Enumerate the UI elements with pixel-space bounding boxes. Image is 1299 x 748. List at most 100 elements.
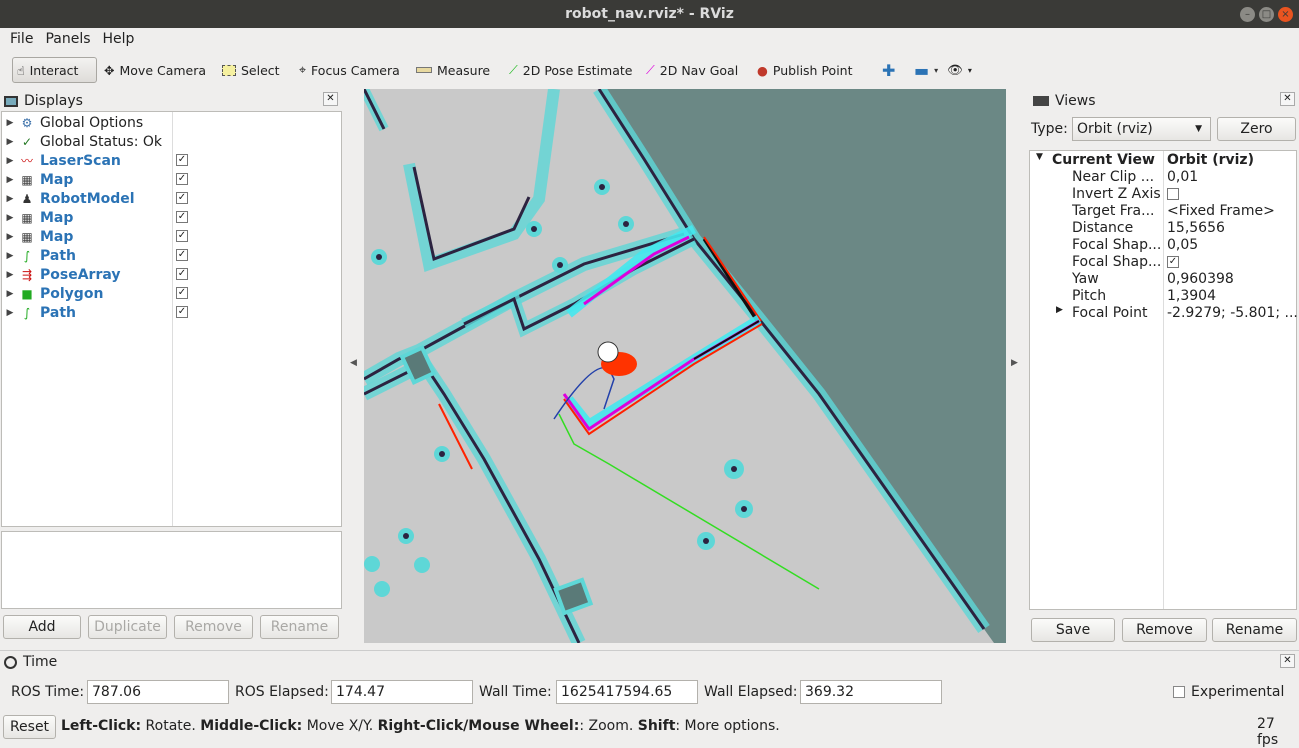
display-enabled-checkbox[interactable]: ✓ (176, 173, 188, 185)
display-item[interactable]: ▶ ∫ Path ✓ (2, 303, 342, 322)
display-item[interactable]: ▶ ∫ Path ✓ (2, 246, 342, 265)
save-view-button[interactable]: Save (1031, 618, 1115, 642)
display-item[interactable]: ▶ ▦ Map ✓ (2, 170, 342, 189)
expand-arrow-icon[interactable]: ▶ (2, 270, 18, 280)
expand-arrow-icon[interactable]: ▶ (1056, 305, 1063, 315)
display-item[interactable]: ▶ 〰 LaserScan ✓ (2, 151, 342, 170)
menu-help[interactable]: Help (91, 28, 135, 50)
view-property-row[interactable]: Yaw 0,960398 (1030, 271, 1296, 288)
add-display-button[interactable]: Add (3, 615, 81, 639)
focus-camera-tool[interactable]: ⌖ Focus Camera (295, 57, 404, 83)
view-property-value[interactable]: 0,05 (1167, 237, 1198, 253)
maximize-icon[interactable]: □ (1259, 7, 1274, 22)
display-item[interactable]: ▶ ✓ Global Status: Ok (2, 132, 342, 151)
remove-view-button[interactable]: Remove (1122, 618, 1207, 642)
eye-icon[interactable]: 👁 ▾ (943, 57, 976, 83)
view-property-row[interactable]: ▶ Focal Point -2.9279; -5.801; ... (1030, 305, 1298, 322)
view-property-row[interactable]: Target Fra... <Fixed Frame> (1030, 203, 1296, 220)
view-property-row[interactable]: Distance 15,5656 (1030, 220, 1296, 237)
expand-arrow-icon[interactable]: ▶ (2, 137, 18, 147)
display-item[interactable]: ▶ ■ Polygon ✓ (2, 284, 342, 303)
wall-elapsed-field[interactable]: 369.32 (800, 680, 942, 704)
view-property-value[interactable]: 0,960398 (1167, 271, 1234, 287)
magenta-arrow-icon: ⟋ (646, 62, 655, 77)
expand-arrow-icon[interactable]: ▶ (2, 175, 18, 185)
view-property-key: Focal Shap... (1072, 254, 1162, 270)
display-enabled-checkbox[interactable]: ✓ (176, 154, 188, 166)
expand-arrow-icon[interactable]: ▶ (2, 213, 18, 223)
experimental-checkbox[interactable] (1173, 686, 1185, 698)
view-property-key: Near Clip ... (1072, 169, 1155, 185)
fps-label: 27 fps (1257, 716, 1279, 748)
ros-time-field[interactable]: 787.06 (87, 680, 229, 704)
view-type-select[interactable]: Orbit (rviz) ▼ (1072, 117, 1211, 141)
view-property-value[interactable]: 0,01 (1167, 169, 1198, 185)
minimize-icon[interactable]: – (1240, 7, 1255, 22)
display-item[interactable]: ▶ ▦ Map ✓ (2, 227, 342, 246)
displays-title: Displays (24, 93, 83, 109)
remove-tool-icon[interactable]: ▬ ▾ (910, 57, 942, 83)
pose-estimate-tool[interactable]: ⟋ 2D Pose Estimate (505, 57, 636, 83)
close-window-icon[interactable]: × (1278, 7, 1293, 22)
view-property-value[interactable]: 1,3904 (1167, 288, 1216, 304)
display-enabled-checkbox[interactable]: ✓ (176, 249, 188, 261)
wall-time-field[interactable]: 1625417594.65 (556, 680, 698, 704)
display-item-label: Global Options (40, 114, 144, 131)
view-property-row[interactable]: Pitch 1,3904 (1030, 288, 1296, 305)
expand-arrow-icon[interactable]: ▶ (2, 156, 18, 166)
display-item[interactable]: ▶ ⚙ Global Options (2, 113, 342, 132)
reset-button[interactable]: Reset (3, 715, 56, 739)
display-item[interactable]: ▶ ♟ RobotModel ✓ (2, 189, 342, 208)
display-enabled-checkbox[interactable]: ✓ (176, 192, 188, 204)
publish-point-tool[interactable]: ● Publish Point (753, 57, 857, 83)
display-enabled-checkbox[interactable]: ✓ (176, 306, 188, 318)
expand-arrow-icon[interactable]: ▶ (2, 289, 18, 299)
view-type-label: Type: (1031, 121, 1068, 137)
cursor-icon: ☝ (17, 62, 25, 78)
view-property-value[interactable]: <Fixed Frame> (1167, 203, 1275, 219)
display-enabled-checkbox[interactable]: ✓ (176, 268, 188, 280)
expand-arrow-icon[interactable]: ▶ (2, 251, 18, 261)
collapse-right-icon[interactable]: ▶ (1011, 358, 1018, 368)
time-close-icon[interactable]: ✕ (1280, 654, 1295, 668)
nav-goal-tool[interactable]: ⟋ 2D Nav Goal (642, 57, 742, 83)
expand-arrow-icon[interactable]: ▶ (2, 118, 18, 128)
rename-view-button[interactable]: Rename (1212, 618, 1297, 642)
measure-tool[interactable]: Measure (412, 57, 494, 83)
zero-button[interactable]: Zero (1217, 117, 1296, 141)
render-viewport[interactable] (364, 89, 1006, 643)
view-property-row[interactable]: Focal Shap... ✓ (1030, 254, 1296, 271)
display-item[interactable]: ▶ ⇶ PoseArray ✓ (2, 265, 342, 284)
view-property-checkbox[interactable]: ✓ (1167, 256, 1179, 268)
ros-elapsed-field[interactable]: 174.47 (331, 680, 473, 704)
menu-panels[interactable]: Panels (33, 28, 90, 50)
view-property-value[interactable]: 15,5656 (1167, 220, 1225, 236)
rename-display-button[interactable]: Rename (260, 615, 339, 639)
display-enabled-checkbox[interactable]: ✓ (176, 211, 188, 223)
collapse-left-icon[interactable]: ◀ (350, 358, 357, 368)
interact-tool[interactable]: ☝ Interact (12, 57, 97, 83)
add-tool-icon[interactable]: ✚ (878, 57, 899, 83)
view-property-row[interactable]: Focal Shap... 0,05 (1030, 237, 1296, 254)
green-arrow-icon: ⟋ (509, 62, 518, 77)
display-enabled-checkbox[interactable]: ✓ (176, 230, 188, 242)
display-item[interactable]: ▶ ▦ Map ✓ (2, 208, 342, 227)
view-property-value[interactable]: -2.9279; -5.801; ... (1167, 305, 1298, 321)
view-property-checkbox[interactable] (1167, 188, 1179, 200)
displays-close-icon[interactable]: ✕ (323, 92, 338, 106)
move-camera-tool[interactable]: ✥ Move Camera (100, 57, 210, 83)
view-property-row[interactable]: Near Clip ... 0,01 (1030, 169, 1296, 186)
expand-arrow-icon[interactable]: ▶ (2, 232, 18, 242)
view-property-row[interactable]: Invert Z Axis (1030, 186, 1296, 203)
help-text-part: Right-Click/Mouse Wheel: (377, 718, 580, 734)
select-tool[interactable]: Select (218, 57, 284, 83)
expand-arrow-icon[interactable]: ▶ (2, 308, 18, 318)
display-enabled-checkbox[interactable]: ✓ (176, 287, 188, 299)
expand-arrow-icon[interactable]: ▶ (2, 194, 18, 204)
duplicate-display-button[interactable]: Duplicate (88, 615, 167, 639)
current-view-row[interactable]: ▼ Current View Orbit (rviz) (1030, 152, 1296, 169)
view-property-key: Yaw (1072, 271, 1099, 287)
menu-file[interactable]: File (0, 28, 33, 50)
remove-display-button[interactable]: Remove (174, 615, 253, 639)
views-close-icon[interactable]: ✕ (1280, 92, 1295, 106)
